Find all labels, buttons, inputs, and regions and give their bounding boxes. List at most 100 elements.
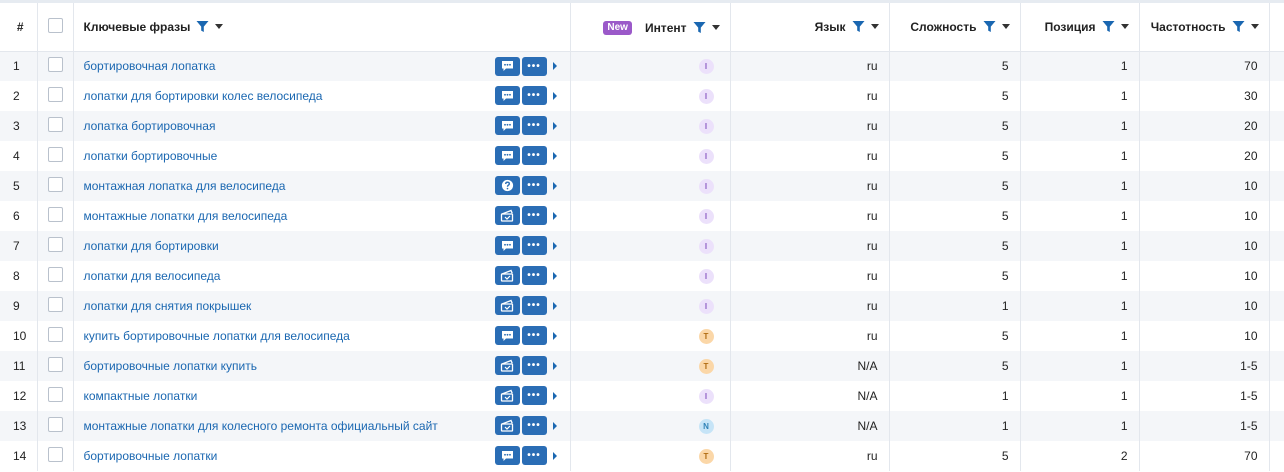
keyword-link[interactable]: бортировочная лопатка <box>84 59 216 73</box>
row-checkbox[interactable] <box>47 357 63 372</box>
keyword-link[interactable]: бортировочные лопатки <box>84 449 218 463</box>
row-checkbox[interactable] <box>47 417 63 432</box>
keyword-link[interactable]: лопатки для бортировки колес велосипеда <box>84 89 323 103</box>
expand-arrow-icon[interactable] <box>552 211 557 220</box>
chevron-down-icon[interactable] <box>1250 24 1259 30</box>
filter-icon[interactable] <box>1232 20 1245 33</box>
table-row[interactable]: 2 лопатки для бортировки колес велосипед… <box>0 81 1284 111</box>
chevron-down-icon[interactable] <box>1120 24 1129 30</box>
serp-feature-button[interactable] <box>494 416 520 435</box>
row-checkbox[interactable] <box>47 87 63 102</box>
row-checkbox[interactable] <box>47 57 63 73</box>
expand-arrow-icon[interactable] <box>552 241 557 250</box>
more-options-button[interactable] <box>521 56 547 76</box>
table-row[interactable]: 9 лопатки для снятия покрышек I ru 1 1 1… <box>0 291 1284 321</box>
expand-arrow-icon[interactable] <box>552 62 557 70</box>
chevron-down-icon[interactable] <box>215 24 224 30</box>
more-options-button[interactable] <box>521 446 547 465</box>
expand-arrow-icon[interactable] <box>552 391 557 400</box>
table-row[interactable]: 6 монтажные лопатки для велосипеда I ru … <box>0 201 1284 231</box>
serp-feature-button[interactable] <box>494 176 520 195</box>
keyword-link[interactable]: лопатки бортировочные <box>84 149 218 163</box>
expand-arrow-icon[interactable] <box>552 271 557 280</box>
column-header-intent[interactable]: New Интент <box>570 3 731 52</box>
expand-arrow-icon[interactable] <box>552 91 557 100</box>
serp-feature-button[interactable] <box>494 86 520 105</box>
more-options-button[interactable] <box>521 236 547 255</box>
keyword-link[interactable]: монтажные лопатки для велосипеда <box>84 209 288 223</box>
more-options-button[interactable] <box>521 86 547 105</box>
table-row[interactable]: 11 бортировочные лопатки купить T N/A 5 … <box>0 351 1284 381</box>
row-checkbox[interactable] <box>47 267 63 282</box>
table-row[interactable]: 8 лопатки для велосипеда I ru 5 1 10 <box>0 261 1284 291</box>
serp-feature-button[interactable] <box>494 206 520 225</box>
serp-feature-button[interactable] <box>494 56 520 76</box>
more-options-button[interactable] <box>521 356 547 375</box>
more-options-button[interactable] <box>521 206 547 225</box>
column-header-language[interactable]: Язык <box>730 3 890 52</box>
serp-feature-button[interactable] <box>494 146 520 165</box>
more-options-button[interactable] <box>521 416 547 435</box>
row-checkbox[interactable] <box>47 207 63 222</box>
filter-icon[interactable] <box>852 20 865 33</box>
more-options-button[interactable] <box>521 116 547 135</box>
expand-arrow-icon[interactable] <box>552 361 557 370</box>
row-checkbox[interactable] <box>47 117 63 132</box>
keyword-link[interactable]: бортировочные лопатки купить <box>84 359 258 373</box>
serp-feature-button[interactable] <box>494 356 520 375</box>
serp-feature-button[interactable] <box>494 236 520 255</box>
column-header-position[interactable]: Позиция <box>1020 3 1140 52</box>
filter-icon[interactable] <box>196 20 209 33</box>
row-checkbox[interactable] <box>47 447 63 462</box>
keyword-link[interactable]: монтажная лопатка для велосипеда <box>84 179 286 193</box>
keyword-link[interactable]: купить бортировочные лопатки для велосип… <box>84 329 350 343</box>
more-options-button[interactable] <box>521 266 547 285</box>
table-row[interactable]: 10 купить бортировочные лопатки для вело… <box>0 321 1284 351</box>
table-row[interactable]: 1 бортировочная лопатка I ru 5 1 70 <box>0 51 1284 81</box>
row-checkbox[interactable] <box>47 387 63 402</box>
keyword-link[interactable]: лопатки для велосипеда <box>84 269 221 283</box>
keyword-link[interactable]: монтажные лопатки для колесного ремонта … <box>84 419 438 433</box>
keyword-link[interactable]: лопатки для бортировки <box>84 239 219 253</box>
keyword-link[interactable]: лопатки для снятия покрышек <box>84 299 252 313</box>
table-row[interactable]: 12 компактные лопатки I N/A 1 1 1-5 <box>0 381 1284 411</box>
filter-icon[interactable] <box>693 21 706 34</box>
row-checkbox[interactable] <box>47 147 63 162</box>
chevron-down-icon[interactable] <box>711 25 720 31</box>
chevron-down-icon[interactable] <box>1001 24 1010 30</box>
filter-icon[interactable] <box>983 20 996 33</box>
table-row[interactable]: 3 лопатка бортировочная I ru 5 1 20 <box>0 111 1284 141</box>
select-all-checkbox[interactable] <box>47 17 63 33</box>
column-header-difficulty[interactable]: Сложность <box>889 3 1021 52</box>
table-row[interactable]: 4 лопатки бортировочные I ru 5 1 20 <box>0 141 1284 171</box>
serp-feature-button[interactable] <box>494 296 520 315</box>
more-options-button[interactable] <box>521 326 547 345</box>
row-checkbox[interactable] <box>47 177 63 192</box>
keyword-link[interactable]: компактные лопатки <box>84 389 198 403</box>
serp-feature-button[interactable] <box>494 446 520 465</box>
table-row[interactable]: 5 монтажная лопатка для велосипеда I ru … <box>0 171 1284 201</box>
keyword-link[interactable]: лопатка бортировочная <box>84 119 216 133</box>
more-options-button[interactable] <box>521 176 547 195</box>
expand-arrow-icon[interactable] <box>552 331 557 340</box>
row-checkbox[interactable] <box>47 327 63 342</box>
expand-arrow-icon[interactable] <box>552 181 557 190</box>
expand-arrow-icon[interactable] <box>552 121 557 130</box>
row-checkbox[interactable] <box>47 237 63 252</box>
filter-icon[interactable] <box>1102 20 1115 33</box>
expand-arrow-icon[interactable] <box>552 451 557 460</box>
serp-feature-button[interactable] <box>494 326 520 345</box>
table-row[interactable]: 13 монтажные лопатки для колесного ремон… <box>0 411 1284 441</box>
more-options-button[interactable] <box>521 386 547 405</box>
more-options-button[interactable] <box>521 146 547 165</box>
column-header-frequency[interactable]: Частотность <box>1139 3 1270 52</box>
table-row[interactable]: 7 лопатки для бортировки I ru 5 1 10 <box>0 231 1284 261</box>
chevron-down-icon[interactable] <box>870 24 879 30</box>
more-options-button[interactable] <box>521 296 547 315</box>
table-row[interactable]: 14 бортировочные лопатки T ru 5 2 70 <box>0 441 1284 471</box>
serp-feature-button[interactable] <box>494 266 520 285</box>
column-header-keywords[interactable]: Ключевые фразы <box>73 3 571 52</box>
serp-feature-button[interactable] <box>494 386 520 405</box>
expand-arrow-icon[interactable] <box>552 301 557 310</box>
row-checkbox[interactable] <box>47 297 63 312</box>
